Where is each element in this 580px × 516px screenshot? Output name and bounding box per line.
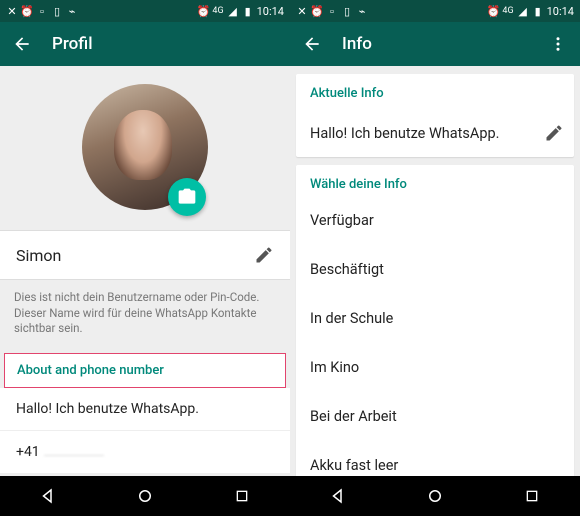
- nav-home[interactable]: [125, 476, 165, 516]
- current-info-text: Hallo! Ich benutze WhatsApp.: [310, 125, 544, 142]
- current-info-card: Aktuelle Info Hallo! Ich benutze WhatsAp…: [296, 74, 574, 157]
- status-option-label: Verfügbar: [310, 212, 374, 229]
- sim-icon: ▯: [341, 5, 353, 17]
- phone-left: ✕ ⏰ ▫ ▯ ⌁ ⏰ 4G ◢ ▮ 10:14 Profil Simon: [0, 0, 290, 516]
- about-text: Hallo! Ich benutze WhatsApp.: [16, 401, 199, 417]
- options-card: Wähle deine Info Verfügbar Beschäftigt I…: [296, 165, 574, 476]
- clock: 10:14: [547, 5, 574, 18]
- network-label: 4G: [212, 6, 223, 16]
- status-option-label: Im Kino: [310, 359, 359, 376]
- battery-icon: ▮: [532, 5, 544, 17]
- debug-icon: ⌁: [356, 5, 368, 17]
- nfc-icon: ▫: [326, 5, 338, 17]
- status-option[interactable]: In der Schule: [296, 294, 574, 343]
- about-section-header: About and phone number: [4, 353, 286, 388]
- status-option-label: Bei der Arbeit: [310, 408, 397, 425]
- network-label: 4G: [502, 6, 513, 16]
- nav-back[interactable]: [318, 476, 358, 516]
- overflow-menu[interactable]: [546, 32, 570, 56]
- battery-icon: ▮: [242, 5, 254, 17]
- xing-icon: ✕: [296, 5, 308, 17]
- status-option-label: Beschäftigt: [310, 261, 384, 278]
- page-title: Profil: [52, 34, 93, 54]
- alarm2-icon: ⏰: [197, 5, 209, 17]
- nfc-icon: ▫: [36, 5, 48, 17]
- xing-icon: ✕: [6, 5, 18, 17]
- phone-right: ✕ ⏰ ▫ ▯ ⌁ ⏰ 4G ◢ ▮ 10:14 Info Aktuelle I…: [290, 0, 580, 516]
- signal-icon: ◢: [517, 5, 529, 17]
- status-option[interactable]: Beschäftigt: [296, 245, 574, 294]
- nav-recent[interactable]: [512, 476, 552, 516]
- status-bar: ✕ ⏰ ▫ ▯ ⌁ ⏰ 4G ◢ ▮ 10:14: [0, 0, 290, 22]
- nav-back[interactable]: [28, 476, 68, 516]
- current-info-row[interactable]: Hallo! Ich benutze WhatsApp.: [296, 109, 574, 157]
- nav-home[interactable]: [415, 476, 455, 516]
- more-vert-icon: [549, 35, 567, 53]
- camera-icon: [177, 187, 197, 207]
- current-info-head: Aktuelle Info: [296, 74, 574, 109]
- status-option-label: Akku fast leer: [310, 457, 398, 474]
- avatar-area: [0, 66, 290, 230]
- nav-recent[interactable]: [222, 476, 262, 516]
- status-option[interactable]: Bei der Arbeit: [296, 392, 574, 441]
- status-option[interactable]: Im Kino: [296, 343, 574, 392]
- camera-button[interactable]: [168, 178, 206, 216]
- about-section-title: About and phone number: [17, 363, 273, 378]
- profile-content: Simon Dies ist nicht dein Benutzername o…: [0, 66, 290, 476]
- status-option[interactable]: Verfügbar: [296, 196, 574, 245]
- app-bar: Info: [290, 22, 580, 66]
- display-name: Simon: [16, 246, 254, 265]
- alarm2-icon: ⏰: [487, 5, 499, 17]
- signal-icon: ◢: [227, 5, 239, 17]
- nav-bar: [290, 476, 580, 516]
- sim-icon: ▯: [51, 5, 63, 17]
- phone-masked: [44, 448, 104, 456]
- page-title: Info: [342, 34, 372, 54]
- nav-bar: [0, 476, 290, 516]
- options-head: Wähle deine Info: [296, 165, 574, 196]
- alarm-icon: ⏰: [21, 5, 33, 17]
- clock: 10:14: [257, 5, 284, 18]
- name-hint: Dies ist nicht dein Benutzername oder Pi…: [0, 280, 290, 349]
- status-option-label: In der Schule: [310, 310, 393, 327]
- status-option[interactable]: Akku fast leer: [296, 441, 574, 476]
- debug-icon: ⌁: [66, 5, 78, 17]
- app-bar: Profil: [0, 22, 290, 66]
- phone-prefix: +41: [16, 444, 40, 460]
- edit-info-icon[interactable]: [544, 123, 564, 143]
- about-row[interactable]: Hallo! Ich benutze WhatsApp.: [0, 388, 290, 431]
- name-row[interactable]: Simon: [0, 230, 290, 280]
- status-bar: ✕ ⏰ ▫ ▯ ⌁ ⏰ 4G ◢ ▮ 10:14: [290, 0, 580, 22]
- info-content: Aktuelle Info Hallo! Ich benutze WhatsAp…: [290, 66, 580, 476]
- back-button[interactable]: [300, 32, 324, 56]
- edit-name-icon[interactable]: [254, 245, 274, 265]
- phone-row[interactable]: +41: [0, 431, 290, 474]
- back-button[interactable]: [10, 32, 34, 56]
- alarm-icon: ⏰: [311, 5, 323, 17]
